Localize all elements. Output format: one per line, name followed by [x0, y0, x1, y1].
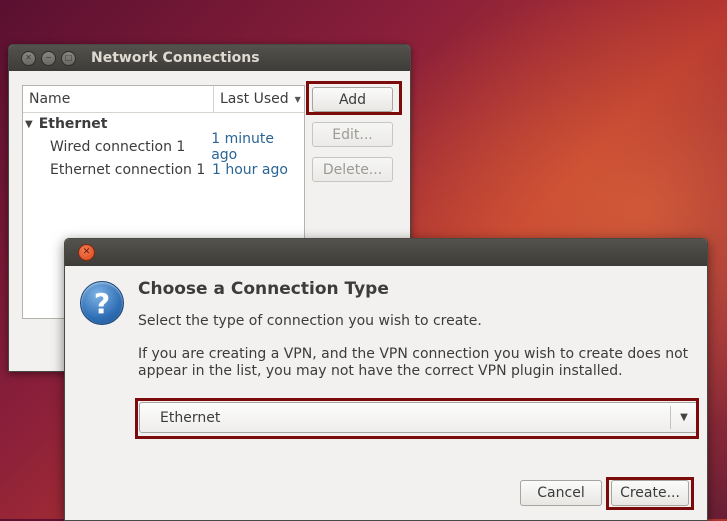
connection-type-highlight — [135, 398, 699, 439]
column-name-label: Name — [29, 91, 71, 107]
connection-name: Wired connection 1 — [50, 138, 186, 155]
dialog-titlebar: ✕ — [65, 239, 707, 266]
close-icon[interactable]: ✕ — [78, 244, 95, 261]
dialog-instruction: Select the type of connection you wish t… — [138, 313, 482, 329]
window-titlebar: ✕ − □ Network Connections — [9, 45, 410, 71]
column-last-used-label: Last Used — [220, 91, 289, 107]
column-header-name[interactable]: Name — [23, 86, 214, 112]
connection-type-dialog: ✕ ? Choose a Connection Type Select the … — [64, 238, 708, 521]
connection-last-used: 1 minute ago — [211, 130, 274, 163]
add-button-highlight — [306, 81, 402, 115]
dialog-vpn-note-line1: If you are creating a VPN, and the VPN c… — [138, 346, 689, 362]
connection-last-used: 1 hour ago — [212, 161, 288, 178]
maximize-icon[interactable]: □ — [61, 50, 76, 66]
table-row[interactable]: Ethernet connection 1 1 hour ago — [23, 158, 304, 181]
question-icon: ? — [80, 281, 124, 325]
window-title: Network Connections — [91, 50, 260, 66]
minimize-icon[interactable]: − — [41, 50, 56, 66]
expander-icon[interactable]: ▼ — [25, 119, 33, 130]
connection-name: Ethernet connection 1 — [50, 161, 206, 178]
delete-button[interactable]: Delete... — [312, 157, 393, 182]
close-icon[interactable]: ✕ — [21, 50, 36, 66]
cancel-button[interactable]: Cancel — [520, 480, 602, 506]
column-header-last-used[interactable]: Last Used ▼ — [214, 86, 304, 112]
create-button-highlight — [606, 477, 694, 510]
dialog-vpn-note-line2: appear in the list, you may not have the… — [138, 363, 623, 379]
group-label: Ethernet — [38, 116, 108, 132]
table-row[interactable]: Wired connection 1 1 minute ago — [23, 131, 304, 163]
sort-down-icon: ▼ — [294, 94, 301, 104]
list-header: Name Last Used ▼ — [23, 86, 304, 113]
edit-button[interactable]: Edit... — [312, 122, 393, 147]
dialog-heading: Choose a Connection Type — [138, 279, 389, 299]
